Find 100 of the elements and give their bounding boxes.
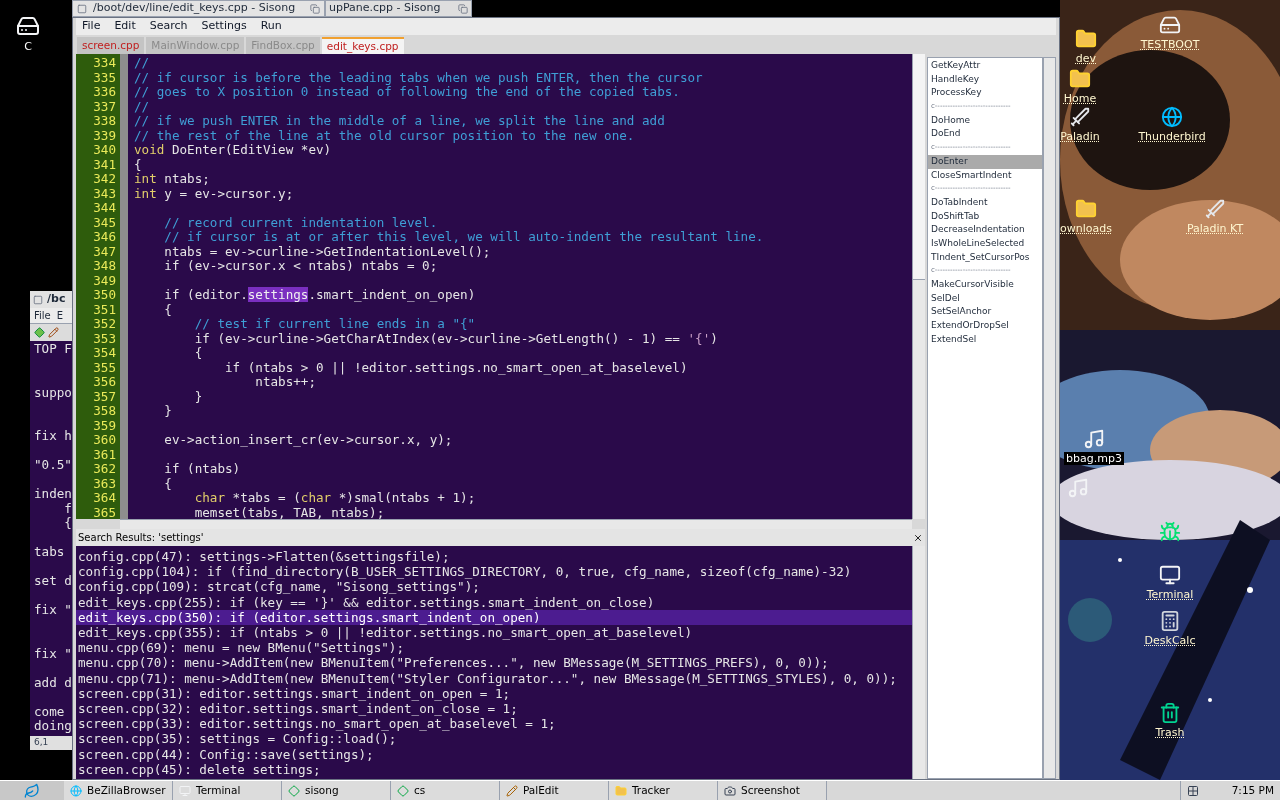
scrollbar[interactable] — [120, 519, 912, 529]
text-area[interactable]: TOP F suppo fix h "0.5" inden f { tabs set d fix " fix " add d come doing — [30, 341, 72, 736]
menu-item[interactable]: File — [34, 308, 51, 323]
desktop-icon-label[interactable]: bbag.mp3 — [1064, 452, 1124, 465]
search-result[interactable]: screen.cpp(45): delete settings; — [76, 761, 912, 778]
code-line: // if cursor is at or after this level, we will auto-indent the resultant line. — [163, 230, 764, 245]
line-number: 356 — [93, 375, 116, 390]
diamond-icon[interactable] — [34, 327, 45, 338]
taskbar-button[interactable]: sisong — [282, 781, 391, 800]
close-box-icon[interactable] — [77, 3, 87, 14]
function-item[interactable]: IsWholeLineSelected — [928, 236, 1042, 251]
file-tab[interactable]: screen.cpp — [77, 37, 145, 54]
search-result[interactable]: screen.cpp(32): editor.settings.smart_indent_on_close = 1; — [76, 701, 912, 717]
window-title-tab[interactable]: /boot/dev/line/edit_keys.cpp - Sisong — [72, 0, 325, 17]
tray-icon[interactable] — [1187, 784, 1199, 797]
function-item[interactable]: MakeCursorVisible — [928, 278, 1042, 292]
taskbar-button[interactable]: Terminal — [173, 781, 282, 800]
line-number: 355 — [93, 360, 116, 375]
folder-icon — [1069, 68, 1091, 90]
search-result[interactable]: edit_keys.cpp(350): if (editor.settings.smart_indent_on_open) — [76, 609, 912, 625]
search-result[interactable]: menu.cpp(70): menu->AddItem(new BMenuItem("Preferences...", new BMessage(M_SETTINGS_PREFS), 0, 0)); — [76, 655, 912, 671]
desktop-icon-label[interactable]: C — [24, 40, 32, 53]
code-line: int ntabs; — [134, 172, 210, 187]
line-number: 362 — [93, 462, 116, 477]
taskbar-button[interactable]: Screenshot — [718, 781, 827, 800]
code-line: // if cursor is before the leading tabs when we push ENTER, then the cursor — [134, 70, 703, 85]
function-item[interactable]: CloseSmartIndent — [928, 168, 1042, 183]
desktop-icon-label[interactable]: Home — [1061, 92, 1099, 105]
menu-item[interactable]: File — [82, 18, 101, 35]
desktop-icon-label[interactable]: Thunderbird — [1136, 130, 1208, 143]
close-box-icon[interactable] — [33, 294, 43, 305]
sword-icon — [1204, 198, 1226, 220]
taskbar-button[interactable]: Tracker — [609, 781, 718, 800]
search-result[interactable]: edit_keys.cpp(255): if (key == '}' && editor.settings.smart_indent_on_close) — [76, 594, 912, 610]
line-number: 336 — [93, 85, 116, 100]
search-result[interactable]: config.cpp(109): strcat(cfg_name, "Sisong_settings"); — [76, 579, 912, 595]
desktop-icon-label[interactable]: ownloads — [1060, 222, 1114, 235]
scrollbar[interactable] — [912, 54, 925, 519]
window-title: /bc — [47, 291, 66, 308]
menu-item[interactable]: Edit — [114, 18, 136, 35]
function-item[interactable]: SelDel — [928, 291, 1042, 306]
scrollbar[interactable] — [1043, 57, 1056, 779]
search-result[interactable]: screen.cpp(35): settings = Config::load(); — [76, 731, 912, 747]
function-item[interactable]: DecreaseIndentation — [928, 223, 1042, 237]
function-item[interactable]: HandleKey — [928, 72, 1042, 87]
search-result[interactable]: config.cpp(104): if (find_directory(B_USER_SETTINGS_DIRECTORY, 0, true, cfg_name, sizeof(cfg_name)-32) — [76, 564, 912, 580]
desktop-icon-label[interactable]: Terminal — [1144, 588, 1196, 601]
taskbar-button[interactable]: cs — [391, 781, 500, 800]
trash-icon — [1159, 702, 1181, 724]
function-item[interactable]: SetSelAnchor — [928, 305, 1042, 320]
function-item[interactable]: ExtendOrDropSel — [928, 319, 1042, 333]
line-number: 337 — [93, 99, 116, 114]
search-result[interactable]: edit_keys.cpp(355): if (ntabs > 0 || !editor.settings.no_smart_open_at_baselevel) — [76, 625, 912, 641]
desktop-icon-label[interactable]: Paladin — [1060, 130, 1102, 143]
scrollbar[interactable] — [912, 546, 925, 779]
function-item[interactable]: TIndent_SetCursorPos — [928, 250, 1042, 265]
file-tab[interactable]: edit_keys.cpp — [321, 37, 404, 54]
search-result[interactable]: screen.cpp(44): Config::save(settings); — [76, 746, 912, 762]
close-icon[interactable] — [913, 532, 923, 543]
menu-item[interactable]: Search — [149, 18, 188, 35]
leaf-icon[interactable] — [24, 782, 40, 799]
desktop-icon-label[interactable]: DeskCalc — [1142, 634, 1198, 647]
menu-item[interactable]: Run — [260, 18, 282, 35]
calculator-icon — [1159, 610, 1181, 632]
text-line: fix " — [34, 646, 72, 661]
function-item[interactable]: DoTabIndent — [928, 195, 1042, 210]
desktop-icon-label[interactable]: TESTBOOT — [1138, 38, 1202, 51]
pencil-icon[interactable] — [48, 327, 59, 338]
menu-item[interactable]: E — [56, 308, 64, 323]
sword-icon — [1069, 106, 1091, 128]
desktop-icon-label[interactable]: dev — [1073, 52, 1099, 65]
zoom-box-icon[interactable] — [310, 3, 320, 14]
search-result[interactable]: screen.cpp(33): editor.settings.no_smart_open_at_baselevel = 1; — [76, 716, 912, 732]
search-result[interactable]: menu.cpp(69): menu = new BMenu("Settings"); — [76, 640, 912, 656]
taskbar-button[interactable]: BeZillaBrowser — [64, 781, 173, 800]
desktop-icon[interactable] — [1066, 476, 1090, 500]
line-number: 351 — [93, 302, 116, 317]
code-line: int y = ev->cursor.y; — [134, 186, 294, 201]
code-line: } — [193, 389, 203, 404]
desktop-icon[interactable] — [1158, 520, 1182, 544]
desktop-icon-label[interactable]: Trash — [1153, 726, 1187, 739]
function-item[interactable]: GetKeyAttr — [928, 59, 1042, 73]
search-result[interactable]: screen.cpp(31): editor.settings.smart_indent_on_open = 1; — [76, 685, 912, 702]
code-line: // if we push ENTER in the middle of a line, we split the line and add — [134, 114, 665, 129]
bug-icon — [1159, 521, 1181, 543]
function-item[interactable]: ExtendSel — [928, 332, 1042, 347]
zoom-box-icon[interactable] — [458, 3, 468, 14]
window-title: upPane.cpp - Sisong — [329, 0, 442, 17]
window-title-tab[interactable]: upPane.cpp - Sisong — [325, 0, 472, 17]
function-item[interactable]: DoEnd — [928, 127, 1042, 142]
menu-item[interactable]: Settings — [201, 18, 247, 35]
function-item[interactable]: ProcessKey — [928, 86, 1042, 101]
search-result[interactable]: config.cpp(47): settings->Flatten(&settingsfile); — [76, 549, 912, 565]
function-item[interactable]: DoEnter — [928, 154, 1042, 169]
search-result[interactable]: menu.cpp(71): menu->AddItem(new BMenuItem("Styler Configurator...", new BMessage(M_SETTINGS_STYLES), 0, 0)); — [76, 670, 912, 686]
code-editor[interactable] — [128, 54, 912, 519]
function-item[interactable]: DoShiftTab — [928, 209, 1042, 224]
taskbar-button[interactable]: PalEdit — [500, 781, 609, 800]
line-number: 341 — [93, 157, 116, 172]
function-item[interactable]: DoHome — [928, 113, 1042, 128]
